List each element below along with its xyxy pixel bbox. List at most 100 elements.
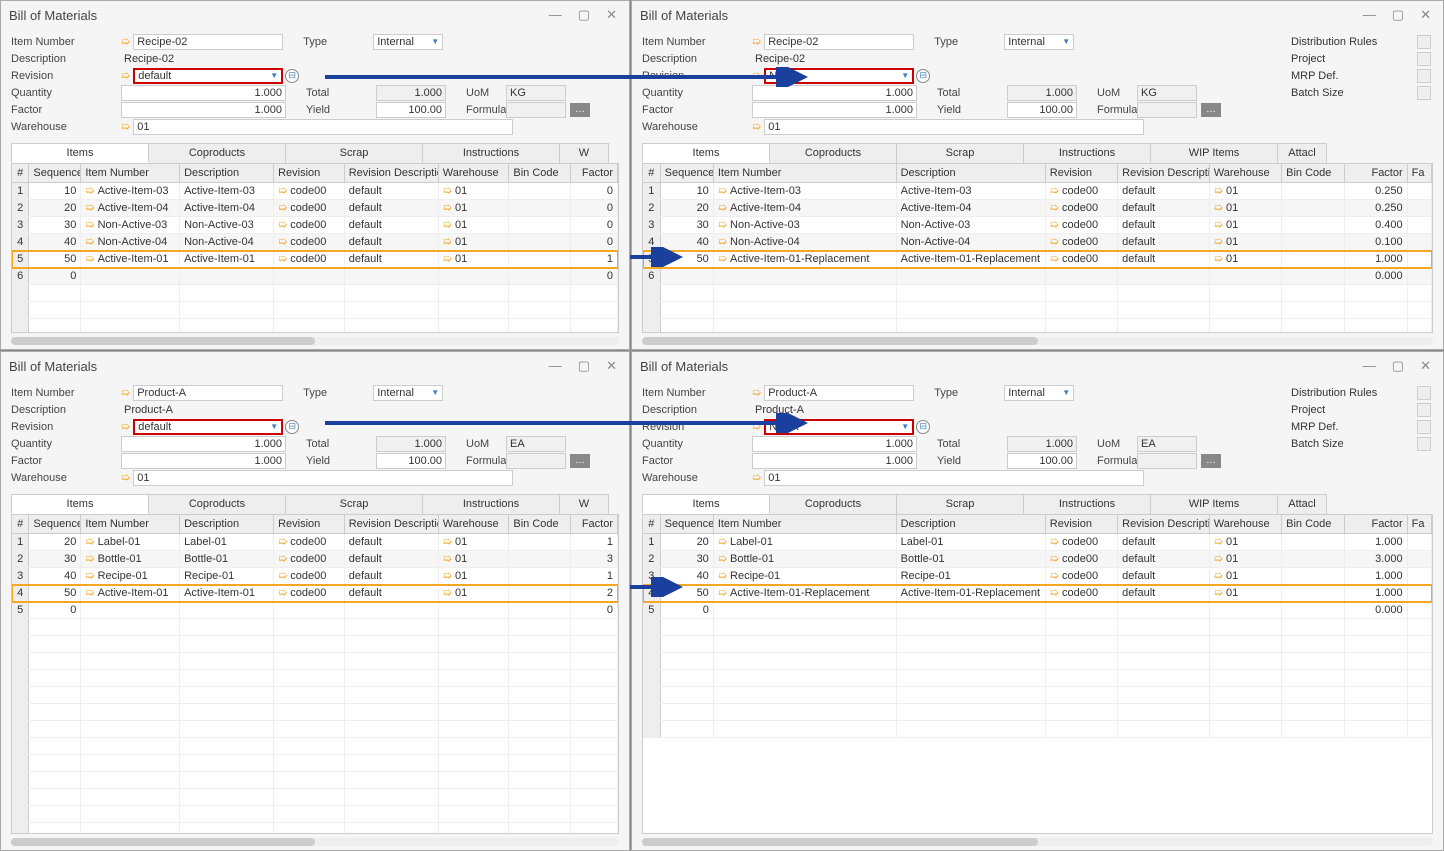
- link-arrow-icon[interactable]: ➯: [1214, 535, 1223, 550]
- link-arrow-icon[interactable]: ➯: [443, 201, 452, 216]
- link-arrow-icon[interactable]: ➯: [752, 35, 761, 48]
- type-select[interactable]: Internal▼: [1004, 385, 1074, 401]
- warehouse-field[interactable]: 01: [764, 470, 1144, 486]
- horizontal-scrollbar[interactable]: [11, 838, 619, 846]
- link-arrow-icon[interactable]: ➯: [443, 535, 452, 550]
- minimize-icon[interactable]: ―: [545, 7, 566, 23]
- link-arrow-icon[interactable]: ➯: [718, 201, 727, 216]
- link-arrow-icon[interactable]: ➯: [752, 386, 761, 399]
- link-arrow-icon[interactable]: ➯: [1050, 586, 1059, 601]
- revision-select[interactable]: default▼: [133, 68, 283, 84]
- minimize-icon[interactable]: ―: [1359, 358, 1380, 374]
- tab-w[interactable]: W: [559, 143, 609, 163]
- maximize-icon[interactable]: ▢: [1388, 358, 1408, 374]
- link-arrow-icon[interactable]: ➯: [718, 569, 727, 584]
- link-arrow-icon[interactable]: ➯: [278, 252, 287, 267]
- tab-coproducts[interactable]: Coproducts: [769, 143, 897, 163]
- link-arrow-icon[interactable]: ➯: [278, 201, 287, 216]
- tab-instructions[interactable]: Instructions: [422, 494, 560, 514]
- dist-checkbox[interactable]: [1417, 420, 1431, 434]
- warehouse-field[interactable]: 01: [764, 119, 1144, 135]
- close-icon[interactable]: ✕: [602, 7, 621, 23]
- tab-scrap[interactable]: Scrap: [285, 143, 423, 163]
- tab-coproducts[interactable]: Coproducts: [769, 494, 897, 514]
- tab-scrap[interactable]: Scrap: [285, 494, 423, 514]
- table-row[interactable]: 50 0.000: [643, 602, 1432, 619]
- link-arrow-icon[interactable]: ➯: [443, 569, 452, 584]
- link-arrow-icon[interactable]: ➯: [121, 386, 130, 399]
- factor-field[interactable]: 1.000: [752, 102, 917, 118]
- tab-items[interactable]: Items: [642, 143, 770, 163]
- link-arrow-icon[interactable]: ➯: [278, 535, 287, 550]
- table-row[interactable]: 230 ➯Bottle-01Bottle-01 ➯code00default ➯…: [643, 551, 1432, 568]
- link-arrow-icon[interactable]: ➯: [1050, 252, 1059, 267]
- link-arrow-icon[interactable]: ➯: [1214, 218, 1223, 233]
- tab-w[interactable]: W: [559, 494, 609, 514]
- dist-checkbox[interactable]: [1417, 35, 1431, 49]
- tab-instructions[interactable]: Instructions: [1023, 143, 1151, 163]
- revision-select[interactable]: NewR▼: [764, 68, 914, 84]
- tab-items[interactable]: Items: [11, 494, 149, 514]
- link-arrow-icon[interactable]: ➯: [278, 552, 287, 567]
- tab-attacl[interactable]: Attacl: [1277, 494, 1327, 514]
- link-arrow-icon[interactable]: ➯: [1214, 552, 1223, 567]
- link-arrow-icon[interactable]: ➯: [121, 420, 130, 433]
- link-arrow-icon[interactable]: ➯: [1050, 569, 1059, 584]
- table-row[interactable]: 550 ➯Active-Item-01Active-Item-01 ➯code0…: [12, 251, 618, 268]
- tab-coproducts[interactable]: Coproducts: [148, 143, 286, 163]
- table-row[interactable]: 440 ➯Non-Active-04Non-Active-04 ➯code00d…: [12, 234, 618, 251]
- link-arrow-icon[interactable]: ➯: [278, 184, 287, 199]
- link-arrow-icon[interactable]: ➯: [85, 184, 94, 199]
- formula-button[interactable]: …: [1201, 103, 1221, 117]
- horizontal-scrollbar[interactable]: [642, 838, 1433, 846]
- link-arrow-icon[interactable]: ➯: [718, 235, 727, 250]
- quantity-field[interactable]: 1.000: [752, 85, 917, 101]
- type-select[interactable]: Internal▼: [373, 34, 443, 50]
- link-arrow-icon[interactable]: ➯: [752, 471, 761, 484]
- formula-button[interactable]: …: [570, 103, 590, 117]
- link-arrow-icon[interactable]: ➯: [1214, 235, 1223, 250]
- link-arrow-icon[interactable]: ➯: [1050, 201, 1059, 216]
- link-arrow-icon[interactable]: ➯: [752, 420, 761, 433]
- factor-field[interactable]: 1.000: [121, 453, 286, 469]
- link-arrow-icon[interactable]: ➯: [718, 552, 727, 567]
- link-arrow-icon[interactable]: ➯: [443, 586, 452, 601]
- maximize-icon[interactable]: ▢: [1388, 7, 1408, 23]
- link-arrow-icon[interactable]: ➯: [1050, 552, 1059, 567]
- tab-scrap[interactable]: Scrap: [896, 143, 1024, 163]
- link-arrow-icon[interactable]: ➯: [718, 535, 727, 550]
- link-arrow-icon[interactable]: ➯: [443, 252, 452, 267]
- table-row[interactable]: 330 ➯Non-Active-03Non-Active-03 ➯code00d…: [12, 217, 618, 234]
- item-number-field[interactable]: Recipe-02: [133, 34, 283, 50]
- factor-field[interactable]: 1.000: [752, 453, 917, 469]
- table-row[interactable]: 110 ➯Active-Item-03Active-Item-03 ➯code0…: [12, 183, 618, 200]
- tab-wip-items[interactable]: WIP Items: [1150, 143, 1278, 163]
- link-arrow-icon[interactable]: ➯: [1050, 184, 1059, 199]
- link-arrow-icon[interactable]: ➯: [85, 235, 94, 250]
- table-row[interactable]: 60 0: [12, 268, 618, 285]
- link-arrow-icon[interactable]: ➯: [85, 552, 94, 567]
- table-row[interactable]: 450 ➯Active-Item-01-ReplacementActive-It…: [643, 585, 1432, 602]
- yield-field[interactable]: 100.00: [1007, 102, 1077, 118]
- link-arrow-icon[interactable]: ➯: [1214, 569, 1223, 584]
- link-arrow-icon[interactable]: ➯: [443, 184, 452, 199]
- link-arrow-icon[interactable]: ➯: [718, 252, 727, 267]
- link-arrow-icon[interactable]: ➯: [443, 552, 452, 567]
- link-arrow-icon[interactable]: ➯: [121, 471, 130, 484]
- table-row[interactable]: 120 ➯Label-01Label-01 ➯code00default ➯01…: [643, 534, 1432, 551]
- table-row[interactable]: 110 ➯Active-Item-03Active-Item-03 ➯code0…: [643, 183, 1432, 200]
- link-arrow-icon[interactable]: ➯: [718, 586, 727, 601]
- dist-checkbox[interactable]: [1417, 386, 1431, 400]
- revision-select[interactable]: default▼: [133, 419, 283, 435]
- dist-checkbox[interactable]: [1417, 52, 1431, 66]
- dist-checkbox[interactable]: [1417, 86, 1431, 100]
- table-row[interactable]: 6 0.000: [643, 268, 1432, 285]
- table-row[interactable]: 220 ➯Active-Item-04Active-Item-04 ➯code0…: [12, 200, 618, 217]
- link-arrow-icon[interactable]: ➯: [85, 252, 94, 267]
- maximize-icon[interactable]: ▢: [574, 358, 594, 374]
- dist-checkbox[interactable]: [1417, 69, 1431, 83]
- tab-instructions[interactable]: Instructions: [1023, 494, 1151, 514]
- close-icon[interactable]: ✕: [1416, 358, 1435, 374]
- link-arrow-icon[interactable]: ➯: [278, 218, 287, 233]
- quantity-field[interactable]: 1.000: [752, 436, 917, 452]
